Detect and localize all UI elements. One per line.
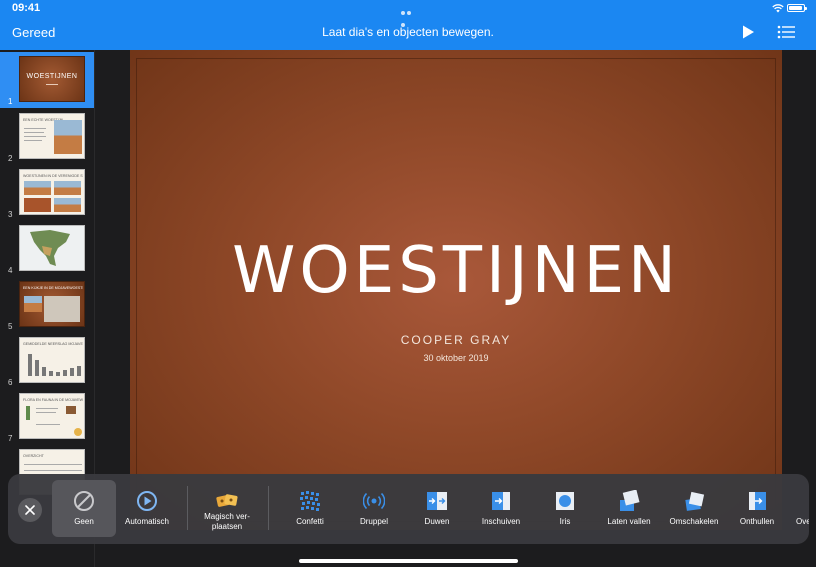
thumb-title: EEN KIJKJE IN DE MOJAVEWOESTIJN	[23, 286, 83, 290]
panel-divider	[187, 486, 188, 530]
play-icon[interactable]	[740, 24, 756, 40]
slide-thumbnail-5[interactable]: EEN KIJKJE IN DE MOJAVEWOESTIJN 5	[0, 277, 94, 333]
magic-move-icon	[216, 494, 238, 507]
effect-next-button[interactable]: Ove	[788, 480, 809, 537]
battery-icon	[787, 4, 807, 12]
slide-thumbnail-6[interactable]: GEMIDDELDE NEERSLAG MOJAVEWOESTIJN 6	[0, 333, 94, 389]
slide-author[interactable]: COOPER GRAY	[130, 333, 782, 347]
list-icon[interactable]	[777, 25, 795, 39]
none-icon	[74, 491, 94, 511]
slide-thumb-image	[19, 225, 85, 271]
effect-label: Confetti	[296, 517, 324, 526]
status-icons	[772, 3, 807, 13]
status-bar: 09:41	[0, 0, 816, 27]
multitasking-dots-icon[interactable]	[401, 6, 417, 27]
slide-thumb-image: WOESTIJNEN	[19, 56, 85, 102]
slide-number: 4	[8, 266, 13, 275]
slide-number: 2	[8, 154, 13, 163]
effect-reveal-button[interactable]: Onthullen	[726, 480, 788, 537]
effect-label: Automatisch	[124, 517, 170, 526]
slide-thumb-image: WOESTIJNEN IN DE VERENIGDE STATEN	[19, 169, 85, 215]
page-title: Laat dia's en objecten bewegen.	[322, 25, 494, 39]
slide-thumb-image: EEN ECHTE WOESTIJN	[19, 113, 85, 159]
effect-label: Onthullen	[739, 517, 775, 526]
slide-thumbnail-2[interactable]: EEN ECHTE WOESTIJN 2	[0, 109, 94, 165]
thumb-title: FLORA EN FAUNA IN DE MOJAVEWOESTIJN	[23, 398, 83, 402]
effect-magic-move-button[interactable]: Magisch ver- plaatsen	[194, 480, 260, 537]
slide-thumbnail-1[interactable]: WOESTIJNEN 1	[0, 52, 94, 108]
push-icon	[427, 492, 447, 510]
current-slide[interactable]: WOESTIJNEN COOPER GRAY 30 oktober 2019	[130, 50, 782, 530]
iris-icon	[556, 492, 574, 510]
effect-auto-button[interactable]: Automatisch	[116, 480, 178, 537]
effect-label: Omschakelen	[669, 517, 719, 526]
wifi-icon	[772, 4, 784, 13]
close-icon[interactable]	[18, 498, 42, 522]
map-icon	[30, 230, 70, 266]
fall-icon	[620, 490, 640, 511]
thumb-title: GEMIDDELDE NEERSLAG MOJAVEWOESTIJN	[23, 342, 83, 346]
slide-title[interactable]: WOESTIJNEN	[130, 234, 782, 308]
effect-none-button[interactable]: Geen	[52, 480, 116, 537]
thumb-title: OVERZICHT	[23, 454, 44, 458]
slide-date[interactable]: 30 oktober 2019	[130, 353, 782, 363]
droplet-icon	[363, 492, 385, 510]
panel-divider	[268, 486, 269, 530]
effect-push-button[interactable]: Duwen	[406, 480, 468, 537]
slide-number: 7	[8, 434, 13, 443]
effect-fall-button[interactable]: Laten vallen	[596, 480, 662, 537]
transition-effects-panel: Geen Automatisch Magisch ver- plaatsen C…	[8, 474, 809, 544]
move-in-icon	[492, 492, 510, 510]
slide-thumbnail-3[interactable]: WOESTIJNEN IN DE VERENIGDE STATEN 3	[0, 165, 94, 221]
switch-icon	[685, 491, 705, 511]
slide-thumbnail-4[interactable]: 4	[0, 221, 94, 277]
effect-label: Laten vallen	[607, 517, 651, 526]
effect-label: Druppel	[359, 517, 388, 526]
slide-thumb-image: EEN KIJKJE IN DE MOJAVEWOESTIJN	[19, 281, 85, 327]
effect-label: Magisch ver- plaatsen	[204, 512, 250, 531]
auto-play-icon	[137, 491, 157, 511]
reveal-icon	[749, 492, 766, 510]
effect-confetti-button[interactable]: Confetti	[278, 480, 342, 537]
slide-thumb-image: FLORA EN FAUNA IN DE MOJAVEWOESTIJN	[19, 393, 85, 439]
effect-label: Duwen	[424, 517, 450, 526]
confetti-icon	[300, 491, 320, 511]
keynote-app: 09:41 Gereed Laat dia's en objecten bewe…	[0, 0, 816, 567]
slide-number: 6	[8, 378, 13, 387]
effect-move-in-button[interactable]: Inschuiven	[468, 480, 534, 537]
effect-label: Inschuiven	[481, 517, 521, 526]
slide-number: 1	[8, 97, 13, 106]
effect-iris-button[interactable]: Iris	[534, 480, 596, 537]
status-time: 09:41	[12, 2, 41, 14]
slide-number: 5	[8, 322, 13, 331]
effect-label: Geen	[74, 517, 94, 526]
slide-thumb-image: GEMIDDELDE NEERSLAG MOJAVEWOESTIJN	[19, 337, 85, 383]
thumb-title: WOESTIJNEN	[26, 73, 78, 80]
effect-label: Iris	[559, 517, 571, 526]
effect-label: Ove	[796, 517, 809, 526]
top-navigation-bar: 09:41 Gereed Laat dia's en objecten bewe…	[0, 0, 816, 50]
thumb-title: WOESTIJNEN IN DE VERENIGDE STATEN	[23, 174, 83, 178]
effect-droplet-button[interactable]: Druppel	[342, 480, 406, 537]
home-indicator[interactable]	[299, 559, 518, 563]
slide-thumbnail-7[interactable]: FLORA EN FAUNA IN DE MOJAVEWOESTIJN 7	[0, 389, 94, 445]
slide-number: 3	[8, 210, 13, 219]
effect-switch-button[interactable]: Omschakelen	[662, 480, 726, 537]
